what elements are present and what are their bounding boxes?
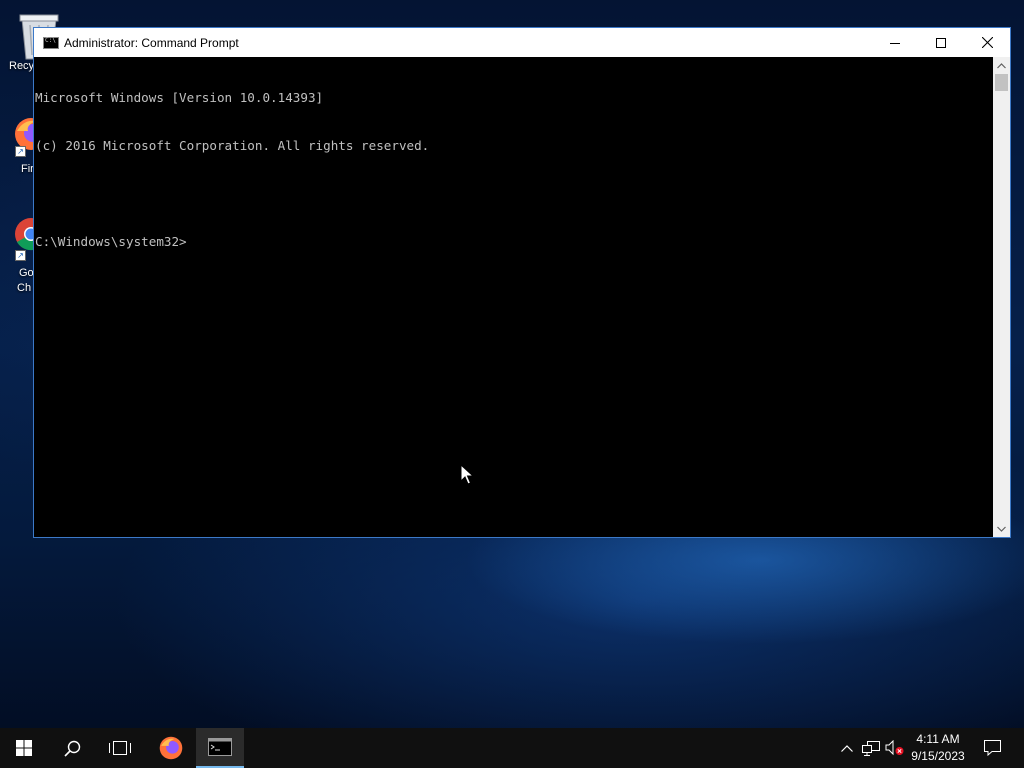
- taskbar-firefox-button[interactable]: [147, 728, 195, 768]
- command-prompt-window[interactable]: Administrator: Command Prompt Microsoft …: [33, 27, 1011, 538]
- volume-muted-icon: [885, 740, 904, 756]
- console-line-version: Microsoft Windows [Version 10.0.14393]: [35, 90, 324, 105]
- clock[interactable]: 4:11 AM 9/15/2023: [905, 731, 971, 765]
- window-title: Administrator: Command Prompt: [64, 35, 239, 50]
- title-bar[interactable]: Administrator: Command Prompt: [34, 28, 1010, 57]
- cmd-icon: [43, 36, 59, 49]
- console-prompt[interactable]: C:\Windows\system32>: [35, 234, 993, 250]
- maximize-button[interactable]: [918, 28, 964, 57]
- volume-button[interactable]: [885, 728, 905, 768]
- clock-time: 4:11 AM: [916, 732, 960, 746]
- shortcut-arrow-icon: ↗: [15, 146, 26, 157]
- desktop-icon-label: Recy: [9, 60, 35, 72]
- scroll-thumb[interactable]: [995, 74, 1008, 91]
- search-button[interactable]: [48, 728, 96, 768]
- scroll-up-button[interactable]: [993, 57, 1010, 74]
- chevron-down-icon: [997, 526, 1006, 532]
- network-icon: [862, 740, 880, 756]
- minimize-button[interactable]: [872, 28, 918, 57]
- firefox-icon: [159, 736, 183, 760]
- vertical-scrollbar[interactable]: [993, 57, 1010, 537]
- start-button[interactable]: [0, 728, 48, 768]
- scroll-down-button[interactable]: [993, 520, 1010, 537]
- chevron-up-icon: [997, 62, 1006, 68]
- search-icon: [63, 740, 80, 757]
- close-icon: [981, 37, 993, 48]
- network-button[interactable]: [861, 728, 881, 768]
- desktop-icon-label: Fir: [21, 163, 34, 175]
- mouse-pointer-icon: [460, 464, 474, 485]
- maximize-icon: [936, 37, 946, 48]
- cmd-icon: [208, 738, 232, 756]
- minimize-icon: [890, 42, 900, 44]
- action-center-button[interactable]: [978, 728, 1006, 768]
- task-view-icon: [109, 741, 131, 755]
- console-line-copyright: (c) 2016 Microsoft Corporation. All righ…: [35, 138, 430, 153]
- console-output[interactable]: Microsoft Windows [Version 10.0.14393] (…: [34, 57, 993, 537]
- windows-start-icon: [16, 740, 32, 756]
- chevron-up-icon: [841, 744, 853, 752]
- task-view-button[interactable]: [96, 728, 144, 768]
- notification-icon: [983, 740, 1001, 756]
- clock-date: 9/15/2023: [911, 749, 965, 763]
- taskbar-cmd-button[interactable]: [196, 728, 244, 768]
- show-hidden-icons-button[interactable]: [838, 728, 856, 768]
- close-button[interactable]: [964, 28, 1010, 57]
- taskbar: 4:11 AM 9/15/2023: [0, 728, 1024, 768]
- desktop-icon-label: Go: [19, 267, 34, 279]
- shortcut-arrow-icon: ↗: [15, 250, 26, 261]
- desktop-icon-label: Ch: [17, 282, 32, 294]
